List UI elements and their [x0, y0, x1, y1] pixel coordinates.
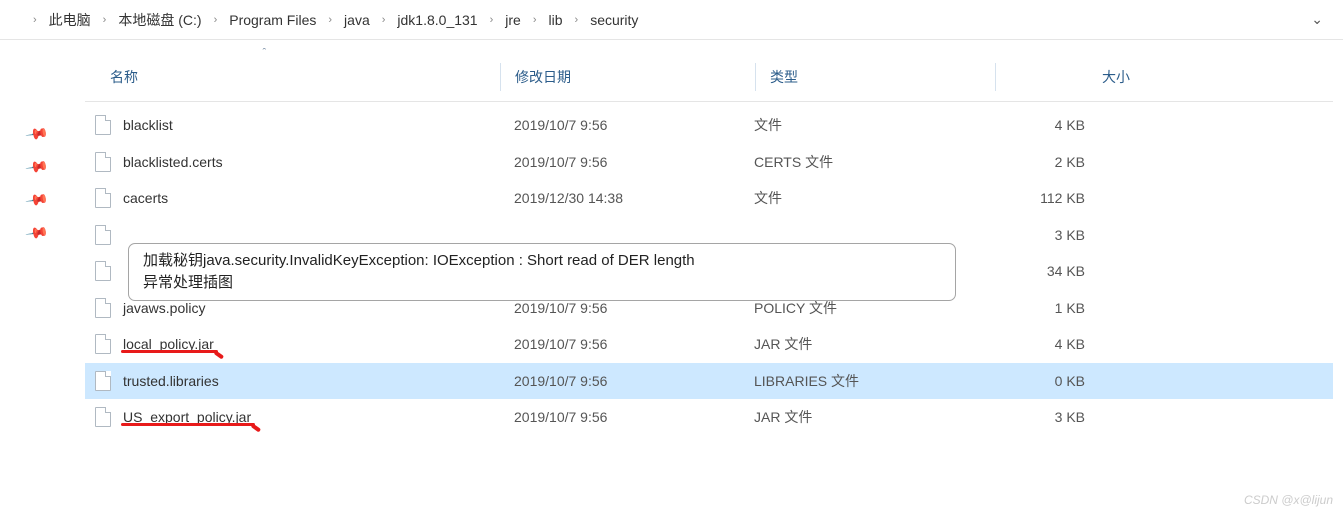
- file-row[interactable]: US_export_policy.jar2019/10/7 9:56JAR 文件…: [85, 399, 1333, 436]
- breadcrumb: › 此电脑 › 本地磁盘 (C:) › Program Files › java…: [0, 0, 1343, 40]
- file-icon: [95, 407, 111, 427]
- file-name-cell: trusted.libraries: [85, 371, 500, 391]
- chevron-right-icon[interactable]: ›: [533, 14, 537, 26]
- breadcrumb-item[interactable]: lib: [545, 10, 567, 30]
- file-size: 4 KB: [965, 117, 1115, 133]
- file-icon: [95, 188, 111, 208]
- column-separator: [995, 63, 996, 91]
- file-size: 1 KB: [965, 300, 1115, 316]
- file-row[interactable]: local_policy.jar2019/10/7 9:56JAR 文件4 KB: [85, 326, 1333, 363]
- file-name: blacklisted.certs: [123, 154, 223, 170]
- file-row[interactable]: cacerts 2019/12/30 14:38文件112 KB: [85, 180, 1333, 217]
- column-header-size[interactable]: 大小: [1010, 67, 1160, 87]
- file-date: 2019/10/7 9:56: [500, 409, 740, 425]
- file-date: 2019/10/7 9:56: [500, 154, 740, 170]
- chevron-right-icon[interactable]: ›: [490, 14, 494, 26]
- breadcrumb-item[interactable]: security: [586, 10, 642, 30]
- watermark: CSDN @x@lijun: [1244, 493, 1333, 507]
- file-name-cell: blacklisted.certs: [85, 152, 500, 172]
- file-type: 文件: [740, 188, 965, 208]
- file-date: 2019/10/7 9:56: [500, 117, 740, 133]
- chevron-right-icon[interactable]: ›: [214, 14, 218, 26]
- tooltip: 加载秘钥java.security.InvalidKeyException: I…: [128, 243, 956, 301]
- file-icon: [95, 115, 111, 135]
- file-size: 112 KB: [965, 190, 1115, 206]
- file-icon: [95, 261, 111, 281]
- chevron-down-icon[interactable]: ⌄: [1311, 11, 1323, 28]
- file-icon: [95, 225, 111, 245]
- column-separator: [500, 63, 501, 91]
- breadcrumb-item[interactable]: 此电脑: [45, 8, 95, 32]
- file-name-cell: local_policy.jar: [85, 334, 500, 354]
- file-size: 4 KB: [965, 336, 1115, 352]
- annotation-underline: [214, 350, 224, 359]
- file-type: CERTS 文件: [740, 152, 965, 172]
- chevron-right-icon[interactable]: ›: [103, 14, 107, 26]
- quick-access-pins: 📌 📌 📌 📌: [0, 40, 75, 481]
- file-type: LIBRARIES 文件: [740, 371, 965, 391]
- file-row[interactable]: trusted.libraries 2019/10/7 9:56LIBRARIES…: [85, 363, 1333, 400]
- column-header-name[interactable]: 名称: [85, 67, 500, 87]
- file-row[interactable]: blacklisted.certs 2019/10/7 9:56CERTS 文件2…: [85, 144, 1333, 181]
- annotation-underline: [251, 423, 261, 432]
- file-name: trusted.libraries: [123, 373, 219, 389]
- file-name-cell: [85, 225, 500, 245]
- pin-icon: 📌: [25, 154, 51, 179]
- file-list-header: ˆ 名称 修改日期 类型 大小: [85, 55, 1333, 102]
- column-header-type[interactable]: 类型: [770, 67, 995, 87]
- chevron-right-icon[interactable]: ›: [33, 14, 37, 26]
- sort-ascending-icon: ˆ: [263, 47, 267, 59]
- file-date: 2019/10/7 9:56: [500, 373, 740, 389]
- file-size: 34 KB: [965, 263, 1115, 279]
- file-name-cell: blacklist: [85, 115, 500, 135]
- breadcrumb-item[interactable]: 本地磁盘 (C:): [114, 8, 205, 32]
- tooltip-line: 加载秘钥java.security.InvalidKeyException: I…: [143, 250, 941, 272]
- file-date: 2019/10/7 9:56: [500, 300, 740, 316]
- chevron-right-icon[interactable]: ›: [382, 14, 386, 26]
- pin-icon: 📌: [25, 220, 51, 245]
- file-name: cacerts: [123, 190, 168, 206]
- file-row[interactable]: blacklist 2019/10/7 9:56文件4 KB: [85, 107, 1333, 144]
- annotation-underline: [121, 350, 218, 354]
- file-icon: [95, 298, 111, 318]
- file-size: 2 KB: [965, 154, 1115, 170]
- breadcrumb-item[interactable]: Program Files: [225, 10, 320, 30]
- file-type: JAR 文件: [740, 334, 965, 354]
- file-type: POLICY 文件: [740, 298, 965, 318]
- file-name-cell: javaws.policy: [85, 298, 500, 318]
- breadcrumb-item[interactable]: jdk1.8.0_131: [393, 10, 481, 30]
- file-size: 3 KB: [965, 227, 1115, 243]
- column-header-date[interactable]: 修改日期: [515, 67, 755, 87]
- pin-icon: 📌: [25, 121, 51, 146]
- file-date: 2019/10/7 9:56: [500, 336, 740, 352]
- annotation-underline: [121, 423, 255, 427]
- breadcrumb-item[interactable]: jre: [501, 10, 525, 30]
- file-name: blacklist: [123, 117, 173, 133]
- file-type: 文件: [740, 115, 965, 135]
- file-size: 3 KB: [965, 409, 1115, 425]
- file-size: 0 KB: [965, 373, 1115, 389]
- tooltip-line: 异常处理插图: [143, 272, 941, 294]
- pin-icon: 📌: [25, 187, 51, 212]
- file-icon: [95, 152, 111, 172]
- file-date: 2019/12/30 14:38: [500, 190, 740, 206]
- chevron-right-icon[interactable]: ›: [575, 14, 579, 26]
- file-name-cell: cacerts: [85, 188, 500, 208]
- file-type: JAR 文件: [740, 407, 965, 427]
- column-separator: [755, 63, 756, 91]
- file-name-cell: US_export_policy.jar: [85, 407, 500, 427]
- file-name: javaws.policy: [123, 300, 205, 316]
- file-icon: [95, 334, 111, 354]
- file-icon: [95, 371, 111, 391]
- chevron-right-icon[interactable]: ›: [328, 14, 332, 26]
- breadcrumb-item[interactable]: java: [340, 10, 374, 30]
